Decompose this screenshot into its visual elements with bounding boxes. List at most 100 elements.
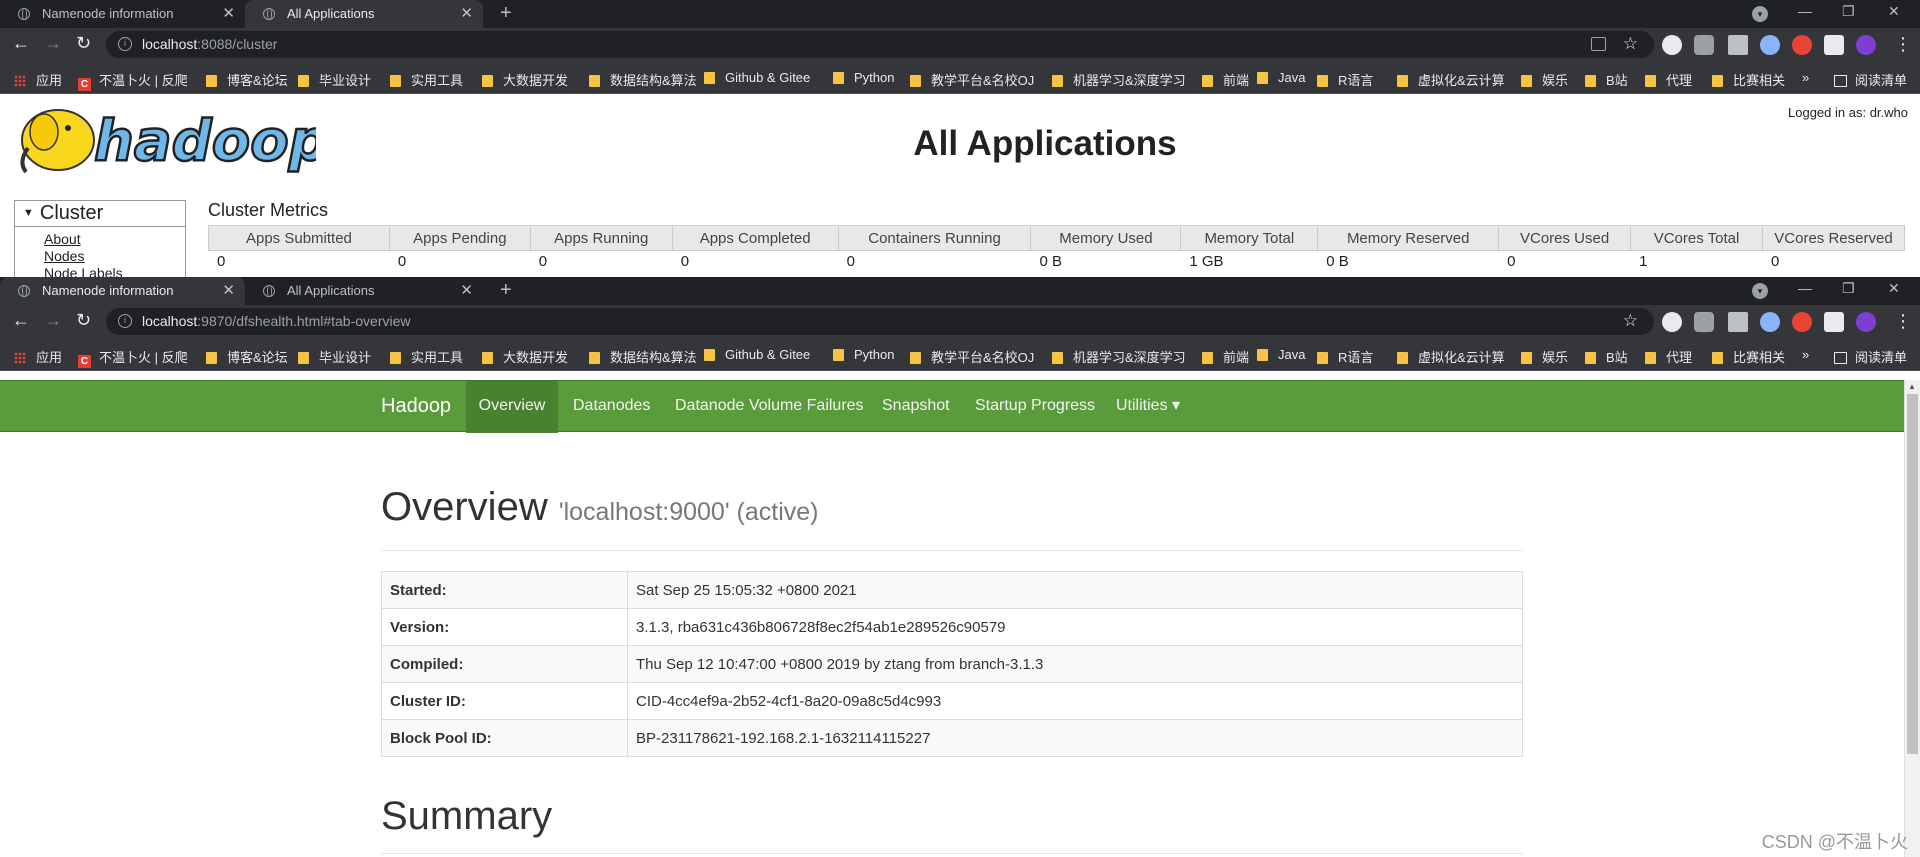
bookmark-item[interactable]: 教学平台&名校OJ — [910, 70, 1034, 89]
scrollbar[interactable]: ▲ — [1904, 380, 1920, 857]
address-url[interactable]: localhost:9870/dfshealth.html#tab-overvi… — [142, 313, 411, 329]
tab-all-applications[interactable]: All Applications ✕ — [245, 277, 483, 305]
more-menu-icon[interactable]: ⋮ — [1894, 311, 1912, 332]
bookmark-item[interactable]: 大数据开发 — [482, 70, 568, 89]
metrics-column-header[interactable]: VCores Reserved — [1761, 225, 1906, 251]
bookmark-item[interactable]: R语言 — [1317, 70, 1373, 89]
bookmark-item[interactable]: 代理 — [1645, 347, 1692, 366]
info-icon[interactable]: i — [118, 314, 132, 328]
forward-button[interactable]: → — [44, 33, 62, 54]
bookmark-item[interactable]: 虚拟化&云计算 — [1397, 347, 1505, 366]
nav-datanodes[interactable]: Datanodes — [573, 381, 650, 433]
puzzle-icon[interactable] — [1824, 35, 1844, 55]
bookmarks-overflow-button[interactable]: » — [1802, 70, 1809, 85]
bookmark-item[interactable]: B站 — [1585, 70, 1628, 89]
scroll-up-icon[interactable]: ▲ — [1908, 382, 1916, 391]
tab-namenode-information[interactable]: Namenode information ✕ — [0, 0, 245, 28]
bookmark-item[interactable]: 比赛相关 — [1712, 347, 1785, 366]
reload-button[interactable]: ↻ — [76, 310, 91, 331]
reload-button[interactable]: ↻ — [76, 33, 91, 54]
restore-button[interactable]: ❐ — [1842, 280, 1855, 297]
bookmark-item[interactable]: 博客&论坛 — [206, 70, 288, 89]
nav-snapshot[interactable]: Snapshot — [882, 381, 950, 433]
bookmark-item[interactable]: 娱乐 — [1521, 70, 1568, 89]
extension-icon[interactable] — [1760, 35, 1780, 55]
more-menu-icon[interactable]: ⋮ — [1894, 34, 1912, 55]
back-button[interactable]: ← — [12, 310, 30, 331]
bookmark-item[interactable]: Python — [833, 347, 894, 362]
metrics-column-header[interactable]: Containers Running — [837, 225, 1032, 251]
reading-list-button[interactable]: 阅读清单 — [1834, 347, 1907, 366]
tab-search-icon[interactable]: ▾ — [1752, 6, 1768, 22]
metrics-column-header[interactable]: VCores Total — [1630, 225, 1763, 251]
extension-icon[interactable] — [1694, 312, 1714, 332]
navbar-brand[interactable]: Hadoop — [381, 395, 451, 418]
tab-search-icon[interactable]: ▾ — [1752, 283, 1768, 299]
bookmark-item[interactable]: 应用 — [14, 70, 62, 89]
bookmark-item[interactable]: R语言 — [1317, 347, 1373, 366]
link-nodes[interactable]: Nodes — [44, 248, 185, 265]
bookmark-item[interactable]: C 不温卜火 | 反爬 — [78, 70, 188, 91]
restore-button[interactable]: ❐ — [1842, 3, 1855, 20]
bookmark-item[interactable]: 实用工具 — [390, 70, 463, 89]
bookmark-star-icon[interactable]: ☆ — [1623, 34, 1638, 54]
bookmark-item[interactable]: C 不温卜火 | 反爬 — [78, 347, 188, 368]
bookmark-item[interactable]: Python — [833, 70, 894, 85]
close-tab-icon[interactable]: ✕ — [460, 281, 473, 299]
bookmark-item[interactable]: 数据结构&算法 — [589, 70, 697, 89]
link-about[interactable]: About — [44, 231, 185, 248]
bookmark-item[interactable]: Java — [1257, 347, 1305, 362]
avatar[interactable] — [1856, 35, 1876, 55]
back-button[interactable]: ← — [12, 33, 30, 54]
bookmark-item[interactable]: 前端 — [1202, 347, 1249, 366]
new-tab-button[interactable]: + — [500, 279, 512, 302]
bookmark-item[interactable]: 代理 — [1645, 70, 1692, 89]
metrics-column-header[interactable]: VCores Used — [1498, 225, 1632, 251]
bookmark-item[interactable]: 数据结构&算法 — [589, 347, 697, 366]
bookmark-item[interactable]: 娱乐 — [1521, 347, 1568, 366]
nav-utilities-dropdown[interactable]: Utilities ▾ — [1116, 381, 1180, 433]
bookmark-item[interactable]: 毕业设计 — [298, 347, 371, 366]
extension-icon[interactable] — [1728, 312, 1748, 332]
metrics-column-header[interactable]: Memory Used — [1030, 225, 1182, 251]
extension-icon[interactable] — [1792, 312, 1812, 332]
close-tab-icon[interactable]: ✕ — [222, 4, 235, 22]
address-bar[interactable]: i localhost:8088/cluster ☆ — [106, 31, 1654, 58]
bookmark-item[interactable]: Java — [1257, 70, 1305, 85]
bookmark-item[interactable]: 大数据开发 — [482, 347, 568, 366]
bookmark-item[interactable]: 机器学习&深度学习 — [1052, 347, 1186, 366]
address-bar[interactable]: i localhost:9870/dfshealth.html#tab-over… — [106, 308, 1654, 335]
close-tab-icon[interactable]: ✕ — [222, 281, 235, 299]
bookmark-item[interactable]: 应用 — [14, 347, 62, 366]
nav-overview[interactable]: Overview — [466, 381, 558, 433]
bookmark-item[interactable]: 比赛相关 — [1712, 70, 1785, 89]
bookmark-item[interactable]: 教学平台&名校OJ — [910, 347, 1034, 366]
extension-icon[interactable] — [1662, 312, 1682, 332]
address-url[interactable]: localhost:8088/cluster — [142, 36, 277, 52]
metrics-column-header[interactable]: Apps Submitted — [208, 225, 390, 251]
translate-icon[interactable] — [1591, 37, 1606, 51]
metrics-column-header[interactable]: Apps Running — [529, 225, 673, 251]
metrics-column-header[interactable]: Apps Completed — [671, 225, 839, 251]
bookmark-item[interactable]: 前端 — [1202, 70, 1249, 89]
extension-icon[interactable] — [1792, 35, 1812, 55]
close-window-button[interactable]: ✕ — [1888, 3, 1900, 20]
minimize-button[interactable]: — — [1798, 280, 1812, 296]
nav-datanode-volume-failures[interactable]: Datanode Volume Failures — [675, 381, 864, 433]
extension-icon[interactable] — [1728, 35, 1748, 55]
metrics-column-header[interactable]: Apps Pending — [388, 225, 531, 251]
metrics-column-header[interactable]: Memory Reserved — [1317, 225, 1500, 251]
forward-button[interactable]: → — [44, 310, 62, 331]
reading-list-button[interactable]: 阅读清单 — [1834, 70, 1907, 89]
scrollbar-thumb[interactable] — [1907, 394, 1918, 754]
bookmarks-overflow-button[interactable]: » — [1802, 347, 1809, 362]
close-tab-icon[interactable]: ✕ — [460, 4, 473, 22]
extension-icon[interactable] — [1662, 35, 1682, 55]
avatar[interactable] — [1856, 312, 1876, 332]
puzzle-icon[interactable] — [1824, 312, 1844, 332]
extension-icon[interactable] — [1694, 35, 1714, 55]
tab-namenode-information[interactable]: Namenode information ✕ — [0, 277, 245, 305]
bookmark-item[interactable]: 毕业设计 — [298, 70, 371, 89]
bookmark-item[interactable]: 虚拟化&云计算 — [1397, 70, 1505, 89]
link-node-labels[interactable]: Node Labels — [44, 265, 185, 277]
